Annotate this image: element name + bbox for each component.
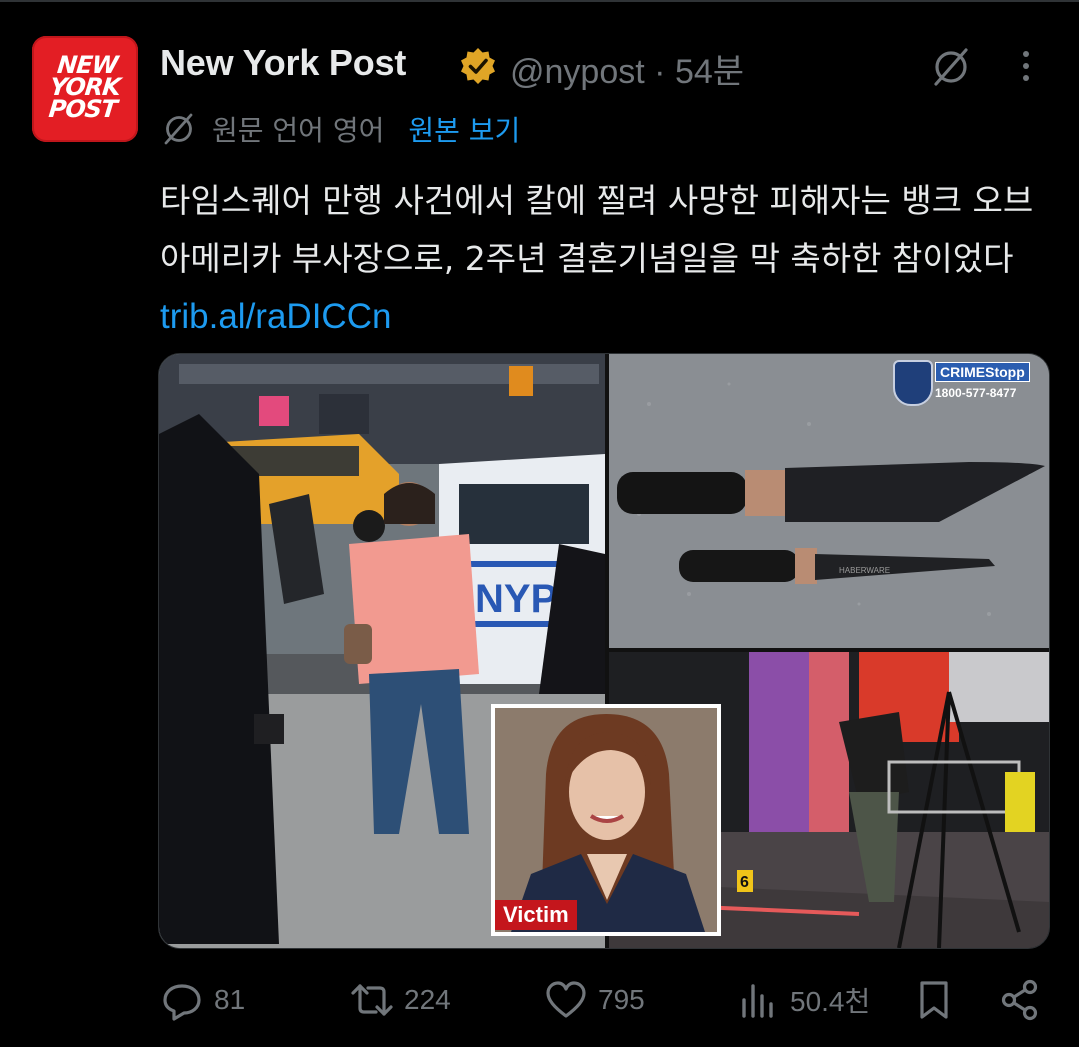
evidence-marker: 6 (740, 874, 749, 891)
tweet-text: 타임스퀘어 만행 사건에서 칼에 찔려 사망한 피해자는 뱅크 오브 아메리카 … (160, 172, 1050, 346)
reply-icon (163, 984, 201, 1021)
photo-victim-portrait[interactable]: Victim (491, 704, 721, 936)
tweet-link[interactable]: trib.al/raDICCn (160, 297, 391, 336)
view-count: 50.4천 (790, 986, 871, 1017)
reply-count: 81 (214, 984, 246, 1015)
heart-icon (546, 981, 586, 1018)
bookmark-icon (920, 981, 948, 1019)
top-divider (0, 0, 1079, 2)
separator-dot: · (654, 53, 666, 91)
verified-badge-icon (461, 48, 495, 84)
post-time[interactable]: 54분 (675, 53, 744, 91)
crime-stoppers-phone: 1800-577-8477 (935, 386, 1017, 400)
svg-text:HABERWARE: HABERWARE (839, 566, 890, 575)
views-chart-icon (742, 984, 773, 1018)
share-button[interactable] (998, 972, 1042, 1028)
repost-icon (351, 984, 393, 1016)
tweet-body: 타임스퀘어 만행 사건에서 칼에 찔려 사망한 피해자는 뱅크 오브 아메리카 … (160, 181, 1034, 278)
translation-note: 원문 언어 영어 (212, 114, 385, 147)
repost-button[interactable]: 224 (350, 972, 451, 1028)
media-grid[interactable]: NYP HABERWARE CRIMEStopp 1800-577-8477 6… (158, 353, 1050, 949)
crime-stoppers-badge: CRIMEStopp 1800-577-8477 (893, 360, 1043, 406)
views-button[interactable]: 50.4천 (736, 972, 870, 1028)
police-car-text: NYP (475, 577, 557, 621)
reply-button[interactable]: 81 (160, 972, 245, 1028)
author-name[interactable]: New York Post (160, 42, 406, 84)
translate-grok-icon (164, 113, 193, 145)
photo-knives[interactable]: HABERWARE CRIMEStopp 1800-577-8477 (609, 354, 1049, 648)
victim-label: Victim (495, 900, 577, 930)
share-icon (1001, 979, 1038, 1021)
bookmark-button[interactable] (912, 972, 956, 1028)
translation-row: 원문 언어 영어 원본 보기 (160, 108, 520, 150)
show-original-link[interactable]: 원본 보기 (408, 109, 520, 149)
nypd-crest-icon (893, 360, 933, 406)
nypost-logo: NEW YORK POST (32, 51, 138, 123)
repost-count: 224 (404, 984, 451, 1015)
like-count: 795 (598, 984, 645, 1015)
crime-stoppers-title: CRIMEStopp (935, 362, 1030, 382)
avatar[interactable]: NEW YORK POST (32, 36, 138, 142)
more-options-icon[interactable] (1016, 46, 1036, 86)
like-button[interactable]: 795 (544, 972, 645, 1028)
handle-and-time: @nypost · 54분 (510, 44, 744, 93)
author-handle[interactable]: @nypost (510, 53, 645, 91)
action-bar: 81 224 795 50.4천 (160, 972, 1050, 1028)
grok-icon[interactable] (928, 44, 974, 90)
logo-line-3: POST (47, 95, 118, 123)
